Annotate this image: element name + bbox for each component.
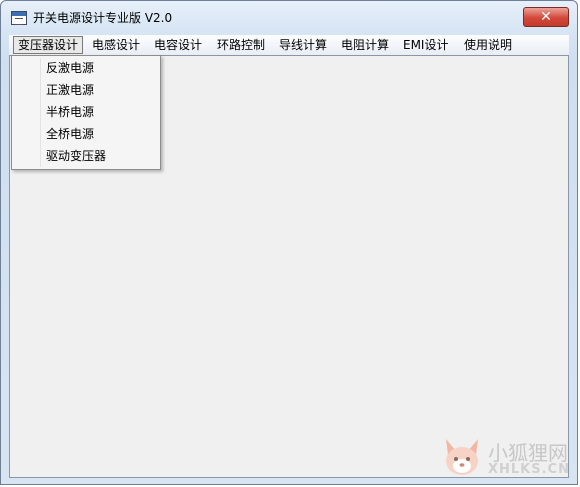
menu-resistor-calculation[interactable]: 电阻计算 — [337, 37, 393, 53]
transformer-dropdown-menu: 反激电源 正激电源 半桥电源 全桥电源 驱动变压器 — [11, 55, 161, 170]
window-title: 开关电源设计专业版 V2.0 — [33, 11, 173, 25]
watermark: 小狐狸网 XHLKS.CN — [440, 435, 575, 485]
menu-emi-design[interactable]: EMI设计 — [399, 37, 452, 53]
menu-icon-gutter — [40, 58, 41, 167]
menu-bar: 变压器设计 电感设计 电容设计 环路控制 导线计算 电阻计算 EMI设计 使用说… — [9, 35, 569, 55]
title-bar[interactable]: 开关电源设计专业版 V2.0 ✕ — [1, 1, 577, 33]
menu-loop-control[interactable]: 环路控制 — [213, 37, 269, 53]
menu-item-full-bridge[interactable]: 全桥电源 — [46, 124, 94, 144]
menu-item-flyback[interactable]: 反激电源 — [46, 58, 94, 78]
watermark-domain: XHLKS.CN — [488, 462, 570, 477]
menu-wire-calculation[interactable]: 导线计算 — [275, 37, 331, 53]
menu-item-drive-transformer[interactable]: 驱动变压器 — [46, 146, 106, 166]
menu-capacitor-design[interactable]: 电容设计 — [150, 37, 206, 53]
menu-transformer-design[interactable]: 变压器设计 — [13, 36, 84, 54]
close-button[interactable]: ✕ — [523, 7, 569, 27]
menu-item-half-bridge[interactable]: 半桥电源 — [46, 102, 94, 122]
menu-inductor-design[interactable]: 电感设计 — [88, 37, 144, 53]
menu-user-guide[interactable]: 使用说明 — [460, 37, 516, 53]
app-icon[interactable] — [11, 11, 27, 25]
menu-item-forward[interactable]: 正激电源 — [46, 80, 94, 100]
fox-logo-icon — [446, 439, 478, 475]
